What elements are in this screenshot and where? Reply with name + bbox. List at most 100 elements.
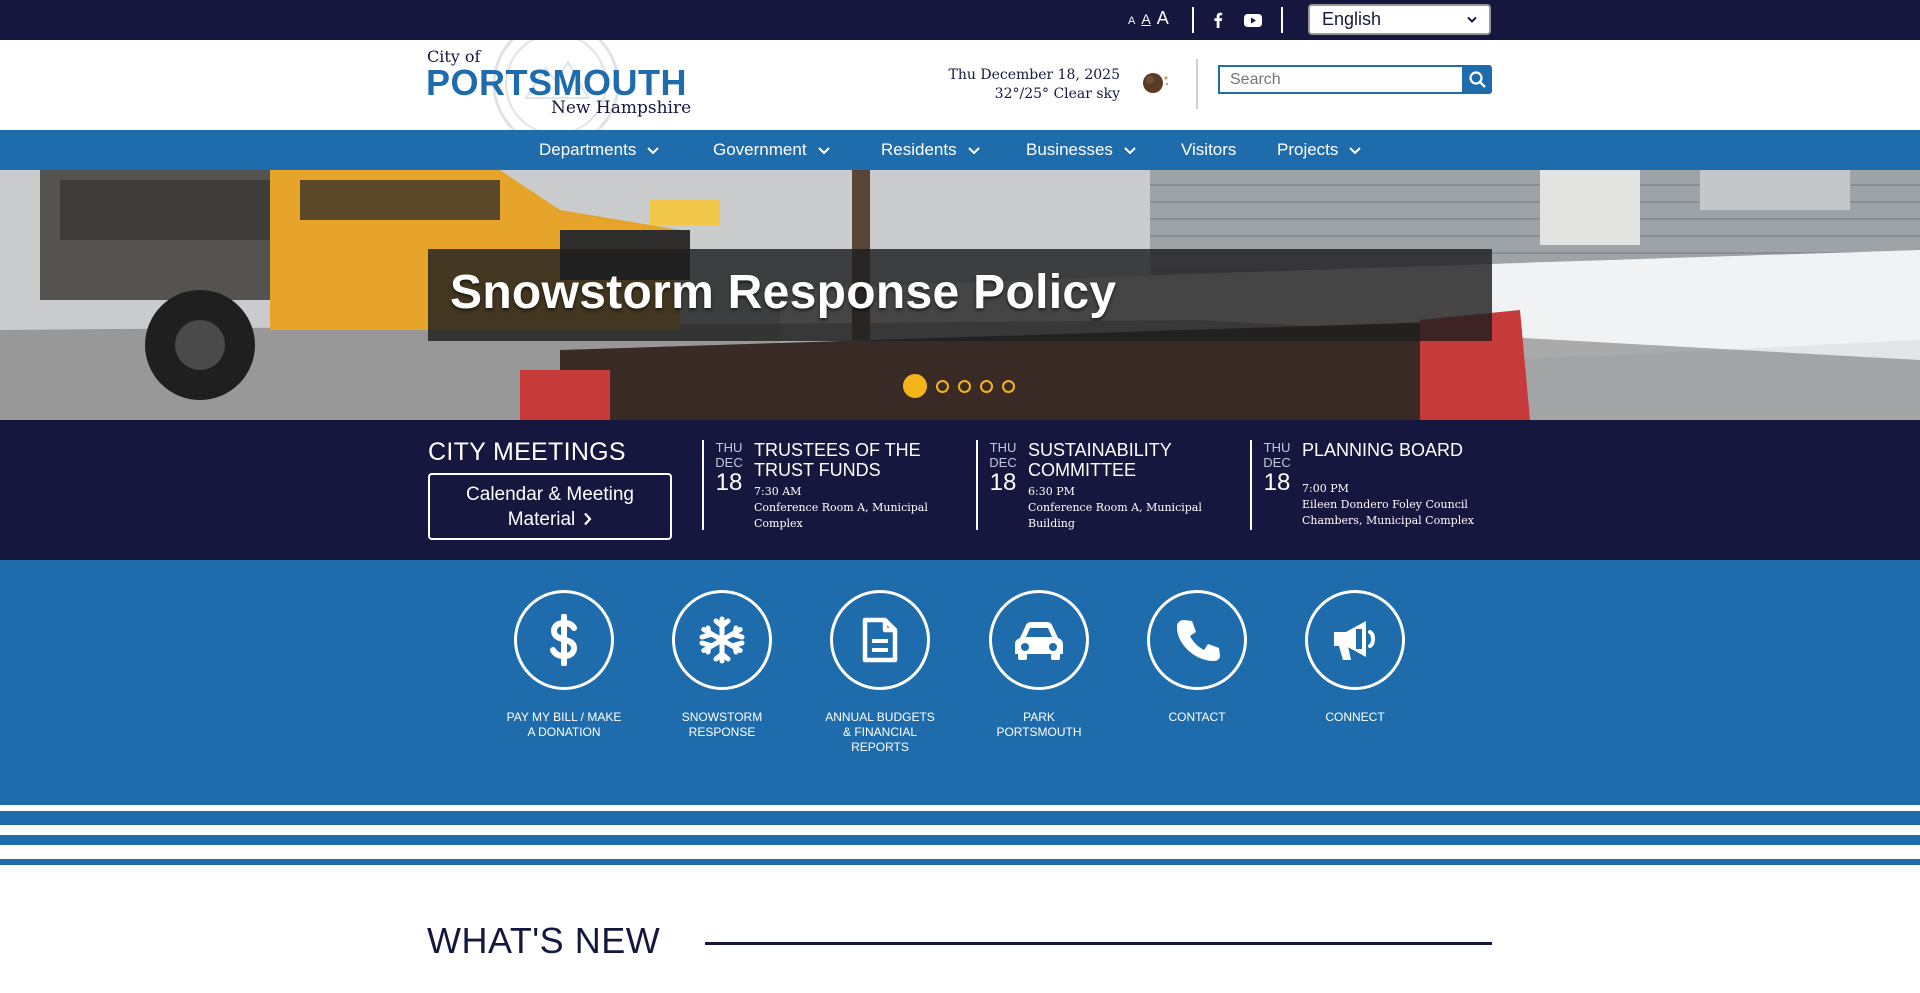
chevron-down-icon (967, 147, 980, 155)
event-location: Conference Room A, Municipal Complex (754, 501, 928, 530)
decorative-stripe (0, 811, 1920, 825)
clear-night-icon (1143, 73, 1169, 93)
logo-city-name: PORTSMOUTH (426, 62, 687, 103)
event-time: 7:30 AM (754, 485, 802, 498)
event-month: DEC (989, 455, 1017, 470)
decorative-stripe (0, 859, 1920, 865)
dollar-icon (550, 614, 578, 666)
slide-dot-1[interactable] (903, 374, 927, 398)
nav-item-label: Government (713, 140, 807, 159)
event-day: 18 (1263, 469, 1291, 496)
chevron-down-icon (1124, 147, 1136, 155)
quick-links-section (0, 560, 1920, 805)
button-label-line2: Material (507, 508, 576, 530)
quick-link-circle[interactable] (830, 590, 930, 690)
decorative-stripe (0, 835, 1920, 845)
nav-item-label: Projects (1277, 140, 1339, 159)
utility-bar: A A A English (0, 0, 1920, 40)
quick-link-circle[interactable] (1305, 590, 1405, 690)
event-weekday: THU (1263, 440, 1291, 455)
nav-item-departments[interactable]: Departments (539, 130, 660, 170)
whats-new-heading: WHAT'S NEW (427, 920, 661, 961)
divider (1196, 59, 1198, 109)
event-location: Conference Room A, Municipal Building (1028, 501, 1202, 530)
slide-dot-4[interactable] (980, 379, 993, 393)
nav-item-businesses[interactable]: Businesses (1026, 130, 1137, 170)
document-icon (862, 617, 898, 663)
chevron-down-icon (817, 147, 830, 155)
event-month: DEC (715, 455, 743, 470)
nav-item-visitors[interactable]: Visitors (1181, 130, 1236, 170)
event-time: 6:30 PM (1028, 485, 1075, 498)
button-label-row: Material (508, 507, 593, 532)
meeting-event[interactable]: THU DEC 18 SUSTAINABILITY COMMITTEE 6:30… (976, 440, 1226, 530)
event-title[interactable]: SUSTAINABILITY COMMITTEE (1028, 440, 1228, 480)
language-selected: English (1322, 9, 1382, 29)
divider (1192, 7, 1194, 33)
search-input[interactable] (1218, 65, 1463, 94)
button-label-line1: Calendar & Meeting (466, 483, 634, 505)
logo-state: New Hampshire (551, 98, 692, 118)
quick-link-label: Park Portsmouth (996, 710, 1082, 739)
nav-item-projects[interactable]: Projects (1277, 130, 1362, 170)
chevron-down-icon (647, 147, 660, 155)
event-date: THU DEC 18 (712, 440, 746, 496)
heading-rule (705, 942, 1492, 945)
quick-link-label: Contact (1168, 710, 1226, 724)
search-button[interactable] (1462, 65, 1492, 94)
nav-item-government[interactable]: Government (713, 130, 831, 170)
quick-link-circle[interactable] (1147, 590, 1247, 690)
current-weather: 32°/25° Clear sky (994, 86, 1120, 102)
font-size-small-button[interactable]: A (1128, 15, 1135, 27)
font-size-controls: A A A (1128, 8, 1169, 29)
nav-item-label: Residents (881, 140, 957, 159)
slide-dot-2[interactable] (936, 379, 949, 393)
font-size-medium-button[interactable]: A (1141, 11, 1150, 27)
font-size-large-button[interactable]: A (1157, 8, 1169, 29)
event-time: 7:00 PM (1302, 482, 1349, 495)
event-weekday: THU (715, 440, 743, 455)
city-meetings-section (0, 420, 1920, 560)
search-icon (1468, 71, 1486, 88)
event-date: THU DEC 18 (986, 440, 1020, 496)
nav-item-label: Visitors (1181, 140, 1237, 159)
quick-link-circle[interactable] (672, 590, 772, 690)
language-select[interactable]: English (1308, 4, 1491, 35)
facebook-icon[interactable] (1208, 10, 1228, 30)
quick-link-label: Snowstorm Response (681, 710, 763, 739)
quick-link-circle[interactable] (514, 590, 614, 690)
megaphone-icon (1334, 621, 1375, 660)
hero-title[interactable]: Snowstorm Response Policy (450, 265, 1116, 320)
chevron-right-icon (584, 512, 592, 526)
chevron-down-icon (1467, 16, 1477, 23)
quick-link-circle[interactable] (989, 590, 1089, 690)
calendar-meeting-material-button[interactable]: Calendar & Meeting Material (428, 473, 672, 540)
event-date: THU DEC 18 (1260, 440, 1294, 496)
event-title[interactable]: PLANNING BOARD (1302, 440, 1502, 460)
event-weekday: THU (989, 440, 1017, 455)
main-nav: Departments Government Residents Busines… (0, 130, 1920, 170)
chevron-down-icon (1349, 147, 1362, 155)
meeting-event[interactable]: THU DEC 18 PLANNING BOARD 7:00 PM Eileen… (1250, 440, 1500, 530)
slide-dot-3[interactable] (958, 379, 971, 393)
meeting-event[interactable]: THU DEC 18 TRUSTEES OF THE TRUST FUNDS 7… (702, 440, 952, 530)
quick-link-label: Connect (1325, 710, 1385, 724)
slide-indicators (903, 374, 1015, 398)
quick-link-label: Pay My Bill / Make a Donation (506, 710, 622, 739)
nav-item-label: Businesses (1026, 140, 1113, 159)
date-weather: Thu December 18, 2025 32°/25° Clear sky (930, 66, 1120, 104)
nav-item-label: Departments (539, 140, 637, 159)
divider (1281, 7, 1283, 33)
event-day: 18 (715, 469, 743, 496)
nav-item-residents[interactable]: Residents (881, 130, 981, 170)
event-title[interactable]: TRUSTEES OF THE TRUST FUNDS (754, 440, 954, 480)
city-meetings-heading: CITY MEETINGS (428, 438, 626, 466)
snowflake-icon (699, 616, 745, 664)
youtube-icon[interactable] (1243, 10, 1263, 30)
event-location: Eileen Dondero Foley Council Chambers, M… (1302, 498, 1474, 527)
car-icon (1015, 622, 1063, 660)
current-date: Thu December 18, 2025 (948, 67, 1120, 83)
quick-link-label: Annual Budgets & Financial Reports (825, 710, 935, 754)
hero-slideshow[interactable]: Snowstorm Response Policy (0, 170, 1920, 420)
slide-dot-5[interactable] (1002, 379, 1015, 393)
